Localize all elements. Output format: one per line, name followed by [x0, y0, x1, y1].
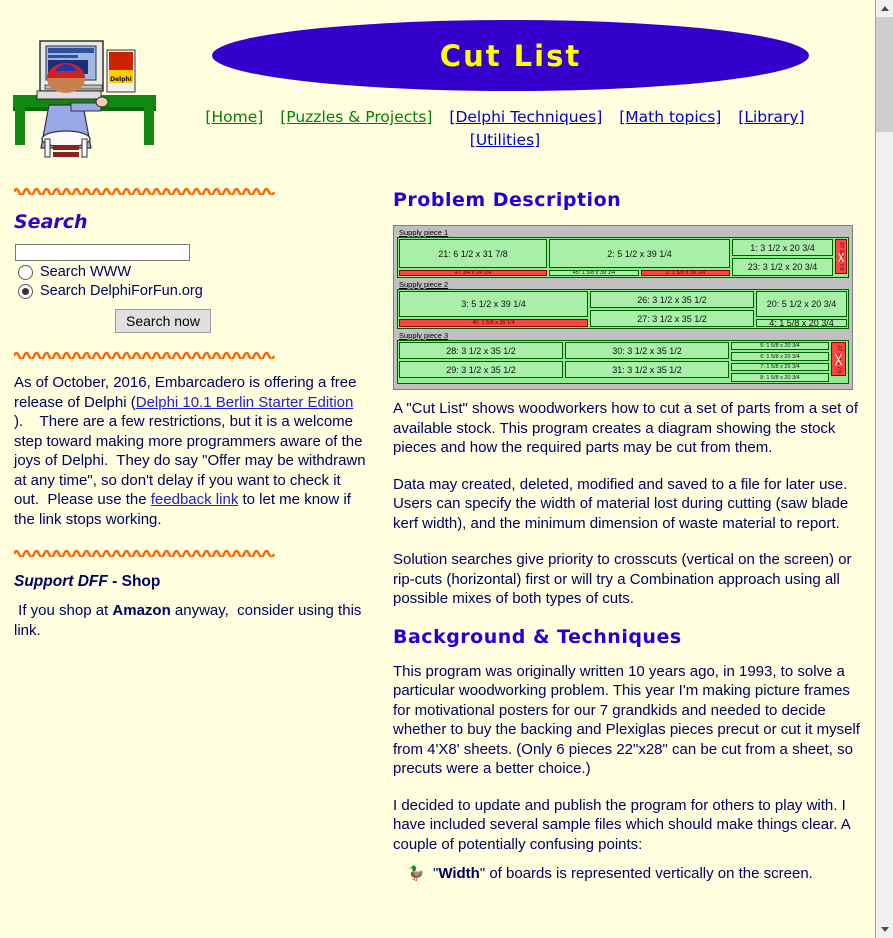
part-block: 26: 3 1/2 x 35 1/2	[590, 291, 754, 308]
nav-link-utilities[interactable]: [Utilities]	[470, 131, 540, 149]
nav-link-math-topics[interactable]: [Math topics]	[619, 108, 721, 126]
vertical-scrollbar[interactable]	[875, 0, 893, 938]
nav-link-puzzles-projects[interactable]: [Puzzles & Projects]	[280, 108, 432, 126]
part-block: 31: 3 1/2 x 35 1/2	[565, 361, 729, 378]
person-at-computer-icon: Delphi	[13, 40, 156, 158]
nav-link-library[interactable]: [Library]	[738, 108, 804, 126]
waste-block: 47 3/4 x 24 1/4	[399, 270, 547, 276]
supply-piece-label: Supply piece 1	[399, 228, 449, 237]
part-block: 5: 1 5/8 x 20 3/4	[731, 342, 829, 350]
nav-link-delphi-techniques[interactable]: [Delphi Techniques]	[449, 108, 602, 126]
search-input[interactable]	[15, 243, 190, 261]
cut-list-diagram: Supply piece 1 21: 6 1/2 x 31 7/8 47 3/4 x…	[393, 225, 853, 390]
cut-group-column: 30: 3 1/2 x 35 1/2 31: 3 1/2 x 35 1/2	[564, 341, 730, 383]
bullet-width-bold: Width	[438, 865, 480, 882]
background-techniques-heading: Background & Techniques	[393, 625, 682, 648]
chevron-down-icon	[880, 927, 889, 932]
svg-text:Delphi: Delphi	[110, 76, 132, 83]
cut-group-column: 47 3/4 x 7/8	[830, 341, 847, 383]
site-header: Delphi Cut List [Home] [Puzzles & Projec…	[0, 0, 876, 185]
cut-group-column: 2: 5 1/2 x 39 1/4 45: 1 5/8 x 39 1/4 2: 1 …	[548, 238, 731, 277]
divider-squiggle-mid	[14, 349, 276, 359]
problem-description-heading: Problem Description	[393, 189, 622, 211]
paragraph-update-publish: I decided to update and publish the prog…	[393, 796, 850, 853]
waste-block: 47 3/4 x 7/8	[835, 239, 847, 274]
delphi-promo-paragraph: As of October, 2016, Embarcadero is offe…	[14, 374, 366, 528]
radio-site[interactable]	[18, 283, 33, 299]
paragraph-cutlist-intro: A "Cut List" shows woodworkers how to cu…	[393, 400, 859, 456]
duck-icon: 🦆	[407, 865, 425, 881]
part-block: 23: 3 1/2 x 20 3/4	[732, 258, 833, 276]
divider-squiggle-top	[14, 185, 276, 195]
nav-link-home[interactable]: [Home]	[205, 108, 263, 126]
cut-group-column: 1: 3 1/2 x 20 3/4 23: 3 1/2 x 20 3/4	[731, 238, 834, 277]
paragraph-data-management: Data may created, deleted, modified and …	[393, 475, 849, 532]
feedback-link[interactable]: feedback link	[151, 491, 239, 508]
part-block: 2: 5 1/2 x 39 1/4	[549, 239, 730, 268]
supply-piece-label: Supply piece 3	[399, 331, 449, 340]
delphi-starter-link[interactable]: Delphi 10.1 Berlin Starter Edition	[136, 394, 354, 411]
chevron-up-icon	[880, 6, 889, 11]
radio-www-label: Search WWW	[40, 264, 132, 280]
supply-piece-board: 3: 5 1/2 x 39 1/4 45: 1 5/8 x 39 1/4 26: 3…	[397, 289, 849, 329]
search-now-button[interactable]: Search now	[115, 309, 211, 333]
search-heading: Search	[14, 211, 88, 233]
main-navigation: [Home] [Puzzles & Projects] [Delphi Tech…	[180, 106, 830, 152]
part-block: 27: 3 1/2 x 35 1/2	[590, 310, 754, 327]
radio-site-label: Search DelphiForFun.org	[40, 283, 203, 299]
supply-piece-board: 28: 3 1/2 x 35 1/2 29: 3 1/2 x 35 1/2 30: …	[397, 340, 849, 384]
paragraph-solution-search: Solution searches give priority to cross…	[393, 551, 852, 607]
bullet-width-rest: " of boards is represented vertically on…	[479, 865, 813, 882]
radio-option-site[interactable]: Search DelphiForFun.org	[18, 283, 380, 299]
part-block: 28: 3 1/2 x 35 1/2	[399, 342, 563, 359]
waste-block: 47 3/4 x 7/8	[831, 342, 846, 376]
part-block: 7: 1 5/8 x 20 3/4	[731, 363, 829, 371]
divider-squiggle-bottom	[14, 547, 276, 557]
radio-option-www[interactable]: Search WWW	[18, 264, 380, 280]
part-block: 29: 3 1/2 x 35 1/2	[399, 361, 563, 378]
supply-piece-label: Supply piece 2	[399, 280, 449, 289]
scrollbar-thumb[interactable]	[876, 17, 893, 132]
bullet-item-width: 🦆 "Width" of boards is represented verti…	[393, 864, 866, 884]
cut-group-column: 47 3/4 x 7/8	[834, 238, 848, 277]
amazon-support-paragraph: If you shop at Amazon anyway, consider u…	[14, 602, 362, 639]
cut-group-column: 3: 5 1/2 x 39 1/4 45: 1 5/8 x 39 1/4	[398, 290, 589, 328]
support-dff-heading: Support DFF - Shop	[14, 573, 380, 591]
bullet-width-text: "Width" of boards is represented vertica…	[433, 864, 813, 884]
scroll-up-button[interactable]	[876, 0, 893, 17]
part-block: 6: 1 5/8 x 20 3/4	[731, 352, 829, 361]
part-block: 20: 5 1/2 x 20 3/4	[756, 291, 847, 317]
part-block: 30: 3 1/2 x 35 1/2	[565, 342, 729, 359]
paragraph-program-history: This program was originally written 10 y…	[393, 662, 860, 778]
waste-block: 2: 1 5/8 x 39 1/4	[640, 270, 730, 276]
supply-piece-board: 21: 6 1/2 x 31 7/8 47 3/4 x 24 1/4 2: 5 1/…	[397, 237, 849, 278]
waste-block: 45: 1 5/8 x 39 1/4	[399, 319, 588, 327]
support-dff-label: Support DFF	[14, 573, 108, 590]
cut-group-column: 26: 3 1/2 x 35 1/2 27: 3 1/2 x 35 1/2	[589, 290, 755, 328]
support-shop-label: - Shop	[107, 573, 161, 590]
cut-group-column: 28: 3 1/2 x 35 1/2 29: 3 1/2 x 35 1/2	[398, 341, 564, 383]
part-block: 3: 5 1/2 x 39 1/4	[399, 291, 588, 317]
part-block: 1: 3 1/2 x 20 3/4	[732, 239, 833, 256]
page-title: Cut List	[439, 38, 582, 73]
part-block: 4: 1 5/8 x 20 3/4	[756, 319, 847, 327]
sidebar: Search Search WWW Search DelphiForFun.or…	[0, 185, 380, 640]
part-block: 21: 6 1/2 x 31 7/8	[399, 239, 547, 268]
cut-group-column: 5: 1 5/8 x 20 3/4 6: 1 5/8 x 20 3/4 7: 1 5…	[730, 341, 830, 383]
cut-split-row: 45: 1 5/8 x 39 1/4 2: 1 5/8 x 39 1/4	[548, 269, 731, 276]
cut-group-column: 20: 5 1/2 x 20 3/4 4: 1 5/8 x 20 3/4	[755, 290, 848, 328]
radio-www[interactable]	[18, 264, 33, 280]
site-title-banner: Cut List	[212, 20, 809, 91]
page-scroll-area: Delphi Cut List [Home] [Puzzles & Projec…	[0, 0, 876, 938]
part-block: 45: 1 5/8 x 39 1/4	[549, 270, 639, 276]
cut-group-column: 21: 6 1/2 x 31 7/8 47 3/4 x 24 1/4	[398, 238, 548, 277]
scroll-down-button[interactable]	[876, 921, 893, 938]
part-block: 8: 1 5/8 x 20 3/4	[731, 373, 829, 382]
main-content: Problem Description Supply piece 1 21: 6 …	[393, 185, 866, 884]
